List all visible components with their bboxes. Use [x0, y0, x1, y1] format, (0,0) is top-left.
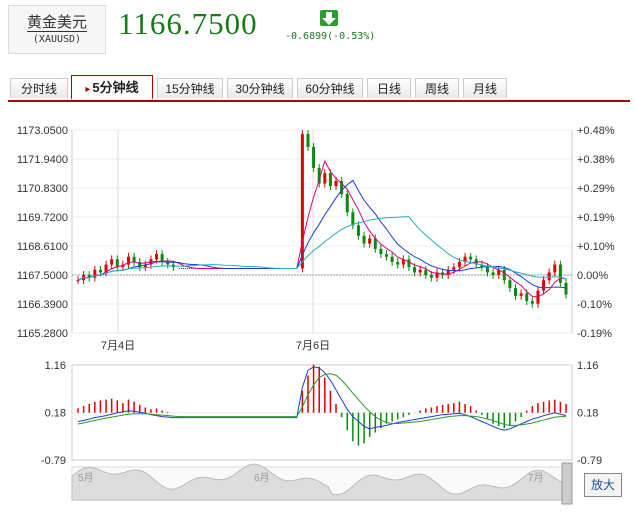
time-navigator: 5月 6月 7月	[71, 462, 573, 505]
candle-body	[530, 301, 534, 304]
y-right-tick: +0.29%	[577, 183, 615, 195]
chart-grid	[71, 129, 573, 461]
macd-y-right-tick: 1.16	[577, 360, 598, 372]
candle-body	[485, 267, 489, 273]
main-panel-border	[71, 129, 573, 334]
candle-body	[508, 280, 512, 289]
zoom-button[interactable]: 放大	[584, 473, 622, 497]
candle-body	[160, 254, 164, 262]
tab-monthly[interactable]: 月线	[463, 78, 507, 98]
candle-body	[396, 261, 400, 265]
candle-body	[155, 254, 159, 260]
navigator-label: 5月	[78, 472, 94, 484]
macd-y-left-tick: -0.79	[41, 455, 66, 467]
y-right-tick: +0.38%	[577, 154, 615, 166]
y-right-tick: -0.10%	[577, 299, 612, 311]
tab-30min[interactable]: 30分钟线	[227, 78, 293, 98]
candle-body	[469, 256, 473, 260]
candle-body	[429, 275, 433, 278]
y-left-tick: 1171.9400	[17, 154, 68, 166]
symbol-box: 黄金美元 (XAUUSD)	[8, 5, 106, 54]
y-left-tick: 1166.3900	[17, 299, 68, 311]
macd-panel: 1.16 1.16 0.18 0.18 -0.79 -0.79	[41, 360, 602, 467]
x-tick: 7月6日	[296, 340, 330, 352]
candle-body	[525, 293, 529, 302]
candle-body	[457, 261, 461, 268]
candle-body	[413, 267, 417, 273]
y-left-tick: 1173.0500	[17, 125, 68, 137]
candle-body	[323, 173, 327, 184]
candle-body	[558, 264, 562, 283]
navigator-label: 6月	[254, 472, 270, 484]
y-left-tick: 1165.2800	[17, 328, 68, 340]
tab-15min[interactable]: 15分钟线	[157, 78, 223, 98]
y-left-tick: 1169.7200	[17, 212, 68, 224]
y-left-tick: 1168.6100	[17, 241, 68, 253]
macd-y-left-tick: 0.18	[45, 408, 66, 420]
candle-body	[110, 259, 114, 265]
candle-body	[514, 288, 518, 296]
candle-body	[351, 212, 355, 226]
tab-daily[interactable]: 日线	[367, 78, 411, 98]
symbol-name-text: 黄金美元	[26, 14, 87, 32]
y-right-tick: -0.19%	[577, 328, 612, 340]
candle-body	[334, 180, 338, 187]
macd-y-left-tick: 1.16	[45, 360, 66, 372]
y-right-tick: +0.19%	[577, 212, 615, 224]
y-right-tick: +0.10%	[577, 241, 615, 253]
candle-body	[390, 256, 394, 262]
candle-body	[98, 269, 102, 273]
candle-body	[564, 282, 568, 295]
current-price: 1166.7500	[118, 6, 258, 41]
price-change: -0.6899(-0.53%)	[285, 31, 376, 42]
candle-body	[306, 133, 310, 147]
candle-body	[547, 272, 551, 281]
candle-body	[328, 173, 332, 187]
y-left-tick: 1167.5000	[17, 270, 68, 282]
candle-body	[502, 269, 506, 281]
period-tabs: 分时线 5分钟线 15分钟线 30分钟线 60分钟线 日线 周线 月线	[8, 75, 630, 102]
symbol-code: (XAUUSD)	[32, 34, 82, 45]
candle-body	[553, 264, 557, 273]
candle-body	[519, 293, 523, 296]
symbol-name: 黄金美元	[9, 11, 105, 32]
y-right-tick: 0.00%	[577, 270, 608, 282]
candle-body	[379, 248, 383, 255]
macd-y-right-tick: -0.79	[577, 455, 602, 467]
y-right-tick: +0.48%	[577, 125, 615, 137]
candle-body	[132, 256, 136, 262]
candle-body	[312, 146, 316, 168]
down-arrow-icon	[320, 10, 338, 26]
candle-body	[407, 259, 411, 268]
candle-body	[356, 225, 360, 236]
tab-5min[interactable]: 5分钟线	[71, 75, 153, 100]
y-left-tick: 1170.8300	[17, 183, 68, 195]
candle-body	[362, 235, 366, 244]
navigator-handle	[561, 462, 573, 505]
candle-body	[76, 280, 80, 282]
tab-weekly[interactable]: 周线	[415, 78, 459, 98]
kline-chart[interactable]: 1173.0500 +0.48% 1171.9400 +0.38% 1170.8300 +…	[0, 105, 636, 527]
candle-body	[491, 272, 495, 275]
candle-body	[385, 254, 389, 257]
tab-intraday[interactable]: 分时线	[10, 78, 68, 98]
candle-body	[368, 238, 372, 244]
macd-y-right-tick: 0.18	[577, 408, 598, 420]
candle-body	[542, 280, 546, 291]
navigator-label: 7月	[528, 472, 544, 484]
x-tick: 7月4日	[101, 340, 135, 352]
candle-body	[452, 267, 456, 270]
tab-60min[interactable]: 60分钟线	[297, 78, 363, 98]
candle-body	[418, 269, 422, 273]
candle-body	[345, 194, 349, 213]
candle-body	[424, 269, 428, 275]
